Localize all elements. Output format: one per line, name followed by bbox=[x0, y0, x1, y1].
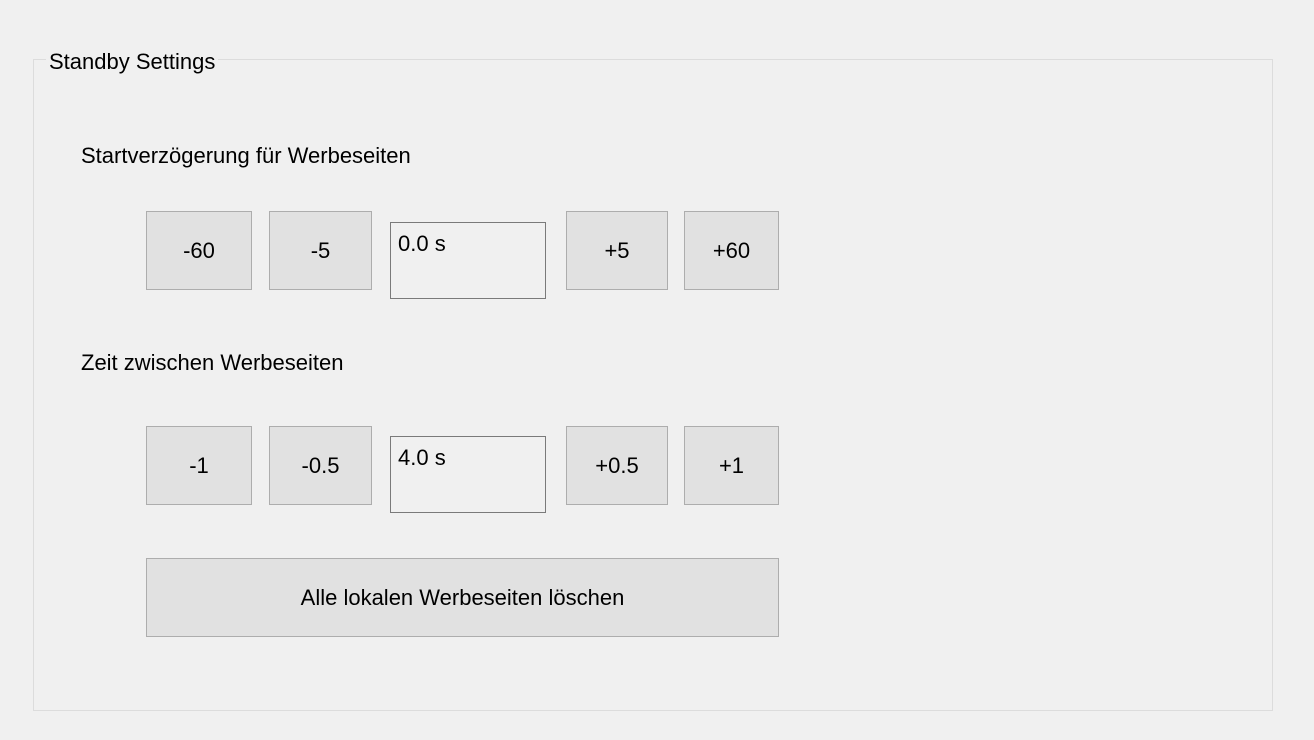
interval-value-field[interactable]: 4.0 s bbox=[390, 436, 546, 513]
interval-plus-1-button[interactable]: +1 bbox=[684, 426, 779, 505]
group-title: Standby Settings bbox=[46, 49, 219, 75]
interval-plus-0-5-button[interactable]: +0.5 bbox=[566, 426, 668, 505]
delete-all-local-ads-button[interactable]: Alle lokalen Werbeseiten löschen bbox=[146, 558, 779, 637]
start-delay-minus-5-button[interactable]: -5 bbox=[269, 211, 372, 290]
interval-minus-0-5-button[interactable]: -0.5 bbox=[269, 426, 372, 505]
interval-label: Zeit zwischen Werbeseiten bbox=[81, 350, 344, 375]
start-delay-value-field[interactable]: 0.0 s bbox=[390, 222, 546, 299]
start-delay-label: Startverzögerung für Werbeseiten bbox=[81, 143, 411, 168]
start-delay-plus-60-button[interactable]: +60 bbox=[684, 211, 779, 290]
start-delay-plus-5-button[interactable]: +5 bbox=[566, 211, 668, 290]
start-delay-minus-60-button[interactable]: -60 bbox=[146, 211, 252, 290]
interval-minus-1-button[interactable]: -1 bbox=[146, 426, 252, 505]
